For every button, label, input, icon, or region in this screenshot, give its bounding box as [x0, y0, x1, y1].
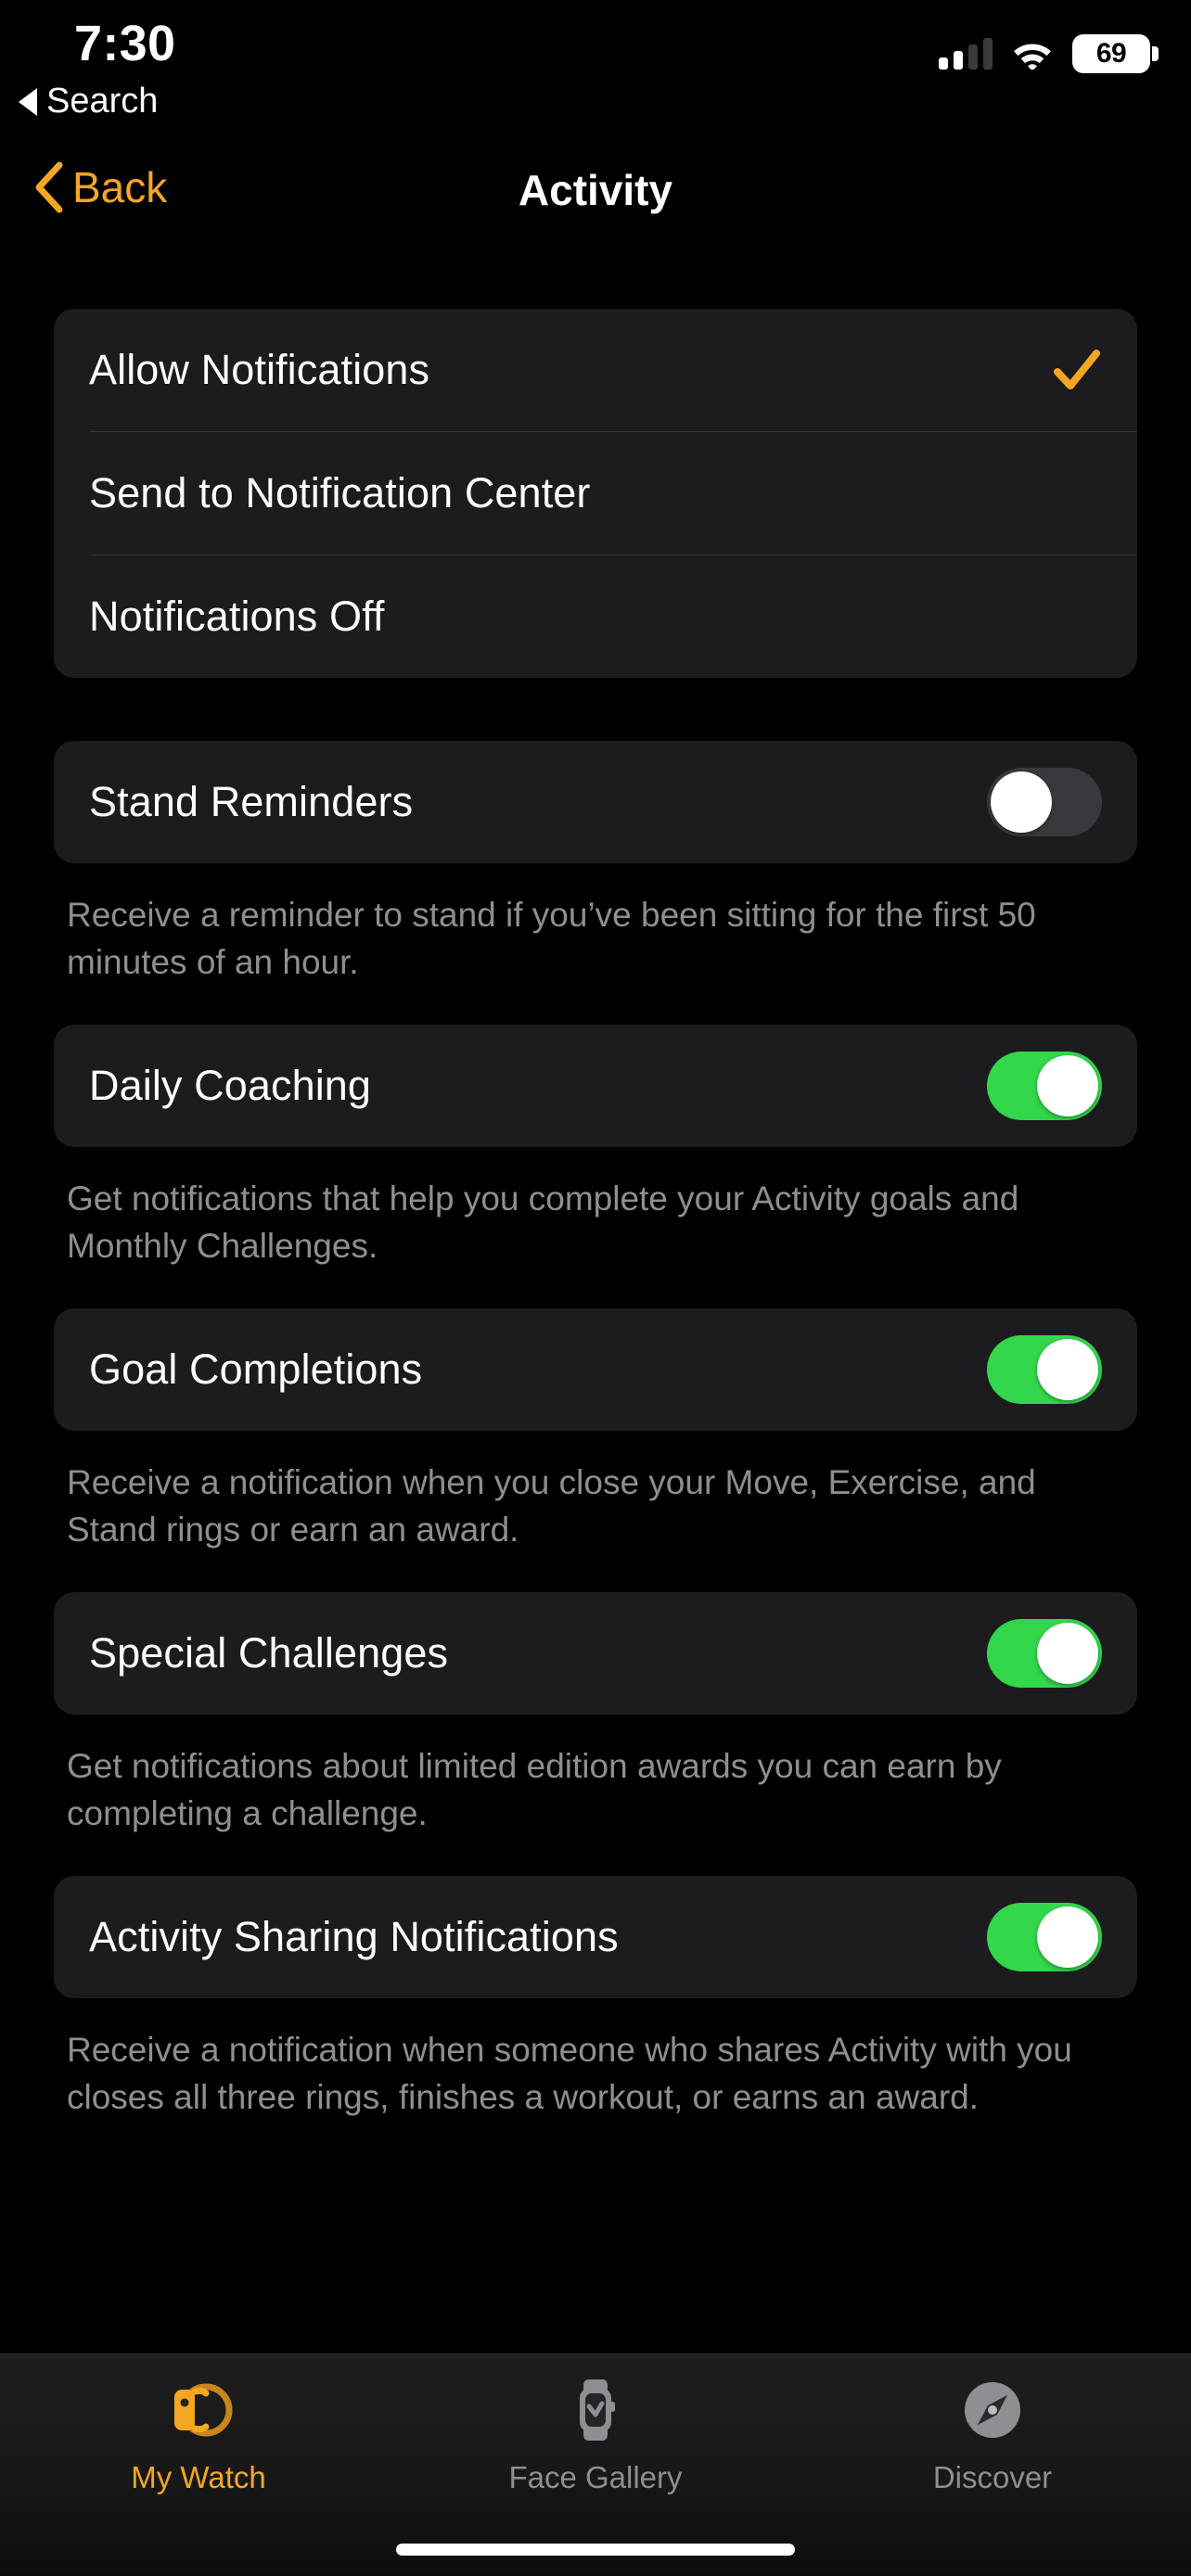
daily-coaching-toggle[interactable] [987, 1052, 1102, 1121]
page-title: Activity [518, 166, 673, 214]
toggle-knob [1037, 1339, 1098, 1401]
setting-row[interactable]: Stand Reminders [54, 741, 1137, 863]
option-row-send-to-notification-center[interactable]: Send to Notification Center [54, 432, 1137, 555]
tab-discover[interactable]: Discover [794, 2371, 1191, 2495]
status-time: 7:30 [74, 16, 176, 71]
setting-card-stand-reminders: Stand Reminders [54, 741, 1137, 863]
triangle-left-icon [19, 87, 37, 116]
return-to-app-label: Search [46, 82, 159, 121]
status-indicators: 69 [939, 28, 1159, 80]
setting-card-daily-coaching: Daily Coaching [54, 1025, 1137, 1148]
setting-footnote: Receive a notification when someone who … [67, 2031, 1072, 2117]
wifi-icon [1011, 38, 1054, 71]
toggle-knob [1037, 1055, 1098, 1117]
battery-icon: 69 [1072, 34, 1159, 73]
setting-footnote: Receive a notification when you close yo… [67, 1463, 1036, 1549]
tab-bar: My Watch Face Gallery Discover [0, 2353, 1191, 2576]
tab-face-gallery[interactable]: Face Gallery [397, 2371, 794, 2495]
setting-label: Activity Sharing Notifications [89, 1913, 619, 1961]
setting-row[interactable]: Special Challenges [54, 1592, 1137, 1715]
setting-row[interactable]: Goal Completions [54, 1308, 1137, 1431]
tab-label: My Watch [131, 2460, 266, 2494]
app-screen: 7:30 Search 69 Back Activity Allow Notif… [0, 0, 1191, 2576]
return-to-app-button[interactable]: Search [19, 82, 158, 121]
settings-content: Allow Notifications Send to Notification… [0, 246, 1191, 2121]
setting-label: Special Challenges [89, 1629, 449, 1677]
option-label: Send to Notification Center [89, 469, 591, 516]
toggle-knob [1037, 1623, 1098, 1685]
special-challenges-toggle[interactable] [987, 1619, 1102, 1689]
setting-row[interactable]: Activity Sharing Notifications [54, 1876, 1137, 1998]
stand-reminders-toggle[interactable] [987, 768, 1102, 836]
compass-icon [954, 2371, 1031, 2449]
activity-sharing-notifications-toggle[interactable] [987, 1903, 1102, 1972]
toggle-knob [991, 772, 1052, 833]
option-label: Notifications Off [89, 593, 385, 640]
checkmark-icon [1052, 345, 1102, 395]
toggle-knob [1037, 1906, 1098, 1969]
goal-completions-toggle[interactable] [987, 1335, 1102, 1405]
tab-my-watch[interactable]: My Watch [0, 2371, 397, 2495]
setting-footnote: Get notifications about limited edition … [67, 1747, 1002, 1833]
setting-footnote: Receive a reminder to stand if you’ve be… [67, 896, 1036, 982]
option-label: Allow Notifications [89, 346, 430, 393]
battery-tip [1152, 46, 1159, 61]
option-row-notifications-off[interactable]: Notifications Off [54, 555, 1137, 678]
setting-label: Daily Coaching [89, 1062, 372, 1110]
watch-face-icon [557, 2371, 634, 2449]
setting-label: Stand Reminders [89, 778, 414, 825]
setting-card-goal-completions: Goal Completions [54, 1308, 1137, 1432]
navigation-bar: Back Activity [0, 139, 1191, 246]
cellular-signal-icon [939, 38, 992, 70]
watch-side-icon [160, 2371, 237, 2449]
notification-style-card: Allow Notifications Send to Notification… [54, 309, 1137, 678]
setting-row[interactable]: Daily Coaching [54, 1025, 1137, 1147]
setting-footnote: Get notifications that help you complete… [67, 1180, 1019, 1266]
tab-label: Face Gallery [508, 2460, 683, 2494]
home-indicator[interactable] [396, 2544, 795, 2556]
setting-card-activity-sharing-notifications: Activity Sharing Notifications [54, 1876, 1137, 1999]
battery-level: 69 [1095, 38, 1127, 69]
tab-label: Discover [932, 2460, 1053, 2494]
setting-label: Goal Completions [89, 1345, 423, 1394]
option-row-allow-notifications[interactable]: Allow Notifications [54, 309, 1137, 431]
setting-card-special-challenges: Special Challenges [54, 1592, 1137, 1715]
status-bar: 7:30 Search 69 [0, 0, 1191, 139]
